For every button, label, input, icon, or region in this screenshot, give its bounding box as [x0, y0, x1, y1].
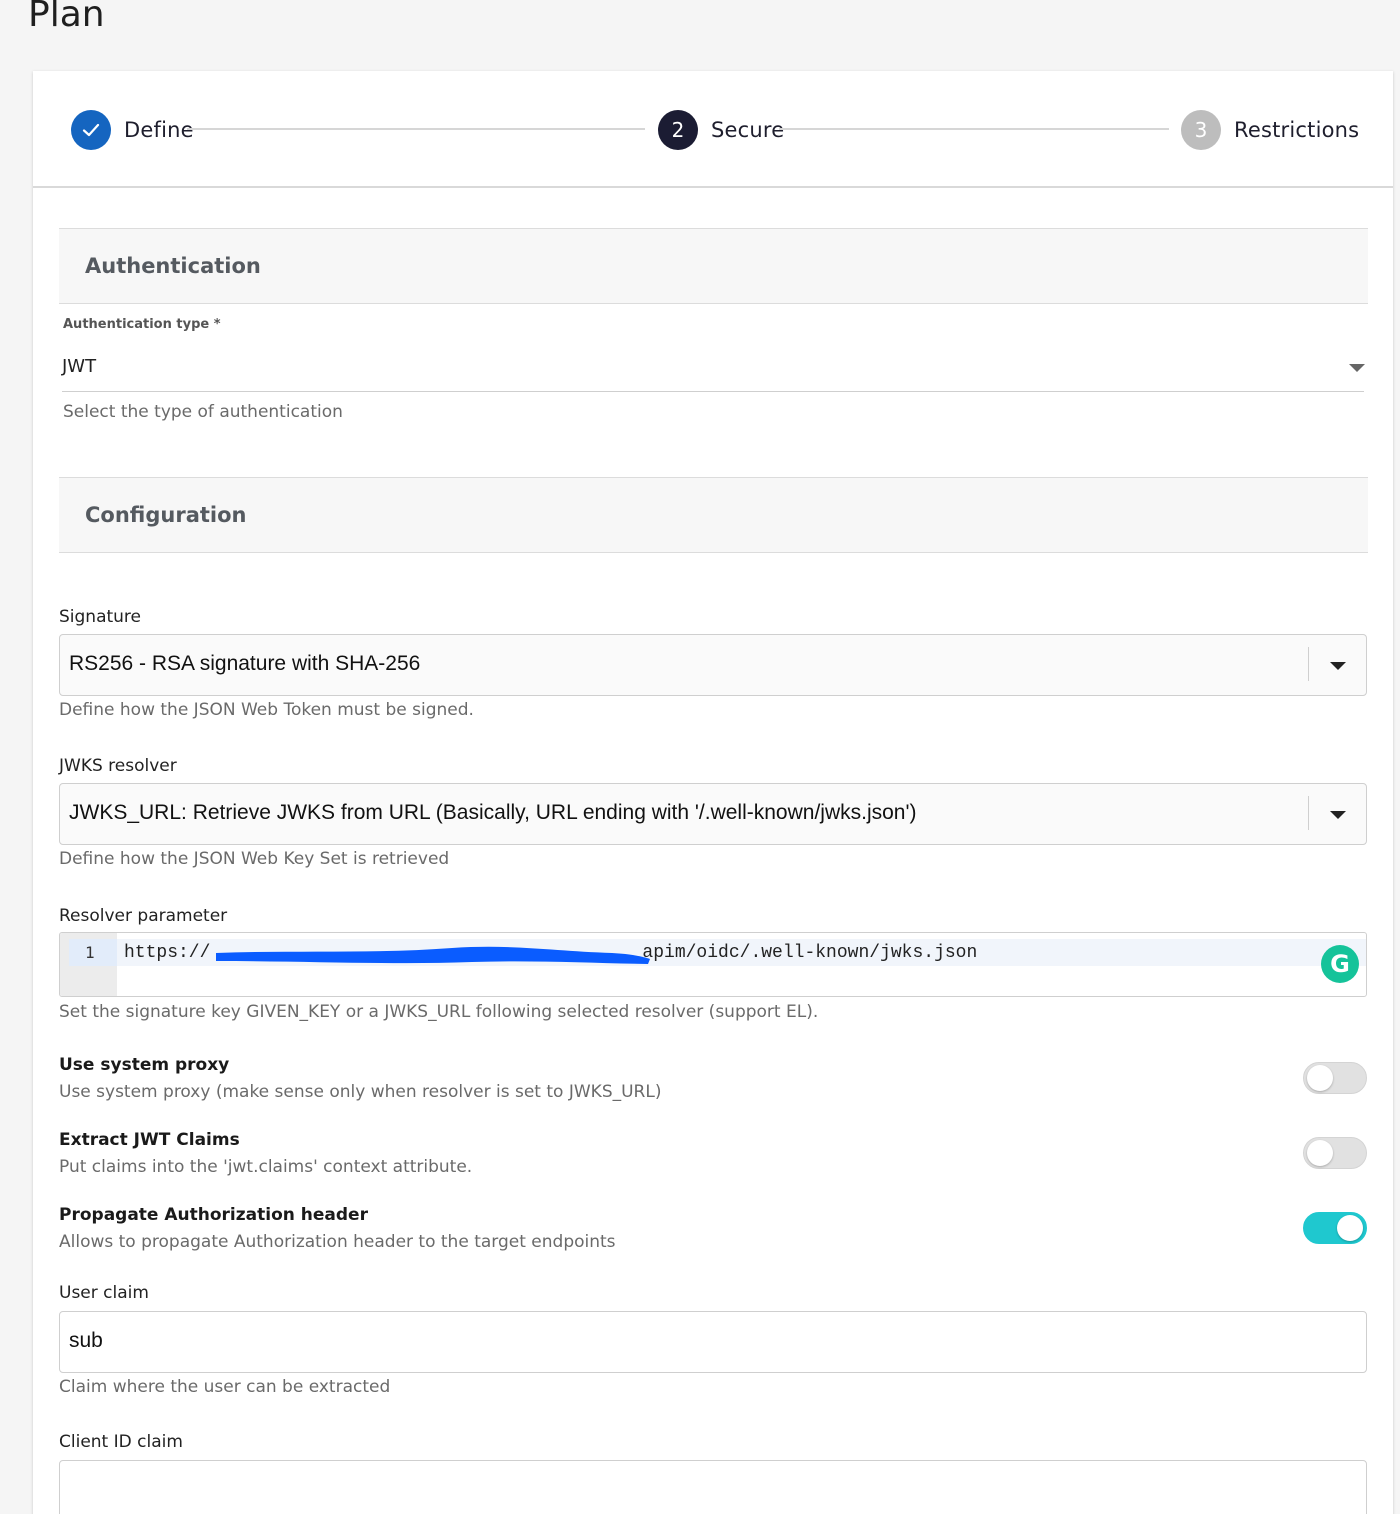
use-system-proxy-hint: Use system proxy (make sense only when r… [59, 1082, 662, 1102]
user-claim-value: sub [69, 1329, 103, 1352]
code-prefix: https:// [124, 943, 211, 963]
propagate-auth-header-hint: Allows to propagate Authorization header… [59, 1232, 616, 1252]
code-suffix: apim/oidc/.well-known/jwks.json [642, 943, 978, 963]
jwks-resolver-value: JWKS_URL: Retrieve JWKS from URL (Basica… [69, 801, 917, 824]
chevron-down-icon[interactable] [1330, 811, 1346, 819]
step-secure-label: Secure [711, 118, 785, 142]
toggle-knob [1337, 1215, 1363, 1241]
use-system-proxy-toggle[interactable] [1303, 1062, 1367, 1094]
propagate-auth-header-label: Propagate Authorization header [59, 1205, 368, 1225]
toggle-knob [1307, 1065, 1333, 1091]
step-restrictions-number: 3 [1181, 110, 1221, 150]
user-claim-label: User claim [59, 1283, 149, 1303]
select-divider [1308, 796, 1309, 830]
propagate-auth-header-toggle[interactable] [1303, 1212, 1367, 1244]
step-define[interactable]: Define [71, 110, 194, 150]
signature-label: Signature [59, 607, 142, 627]
step-define-label: Define [124, 118, 194, 142]
configuration-section-header: Configuration [59, 477, 1368, 553]
grammarly-icon[interactable]: G [1321, 945, 1359, 983]
authentication-heading: Authentication [85, 254, 261, 278]
use-system-proxy-label: Use system proxy [59, 1055, 230, 1075]
select-divider [1308, 647, 1309, 681]
authentication-section-header: Authentication [59, 228, 1368, 304]
jwks-resolver-select[interactable]: JWKS_URL: Retrieve JWKS from URL (Basica… [59, 783, 1367, 845]
resolver-parameter-hint: Set the signature key GIVEN_KEY or a JWK… [59, 1002, 819, 1022]
line-number: 1 [85, 943, 95, 962]
step-restrictions-label: Restrictions [1234, 118, 1360, 142]
code-gutter: 1 [60, 933, 117, 996]
signature-hint: Define how the JSON Web Token must be si… [59, 700, 474, 720]
extract-jwt-claims-label: Extract JWT Claims [59, 1130, 240, 1150]
redaction-scribble [216, 946, 650, 964]
stepper: Define 2 Secure 3 Restrictions [33, 71, 1393, 188]
user-claim-hint: Claim where the user can be extracted [59, 1377, 391, 1397]
resolver-parameter-label: Resolver parameter [59, 906, 228, 926]
jwks-resolver-hint: Define how the JSON Web Key Set is retri… [59, 849, 450, 869]
step-connector [779, 128, 1169, 130]
page-title: Plan [28, 0, 105, 35]
authentication-type-label: Authentication type * [63, 317, 221, 332]
step-restrictions[interactable]: 3 Restrictions [1181, 110, 1359, 150]
authentication-type-select[interactable]: JWT [62, 348, 1365, 392]
jwks-resolver-label: JWKS resolver [59, 756, 177, 776]
extract-jwt-claims-toggle[interactable] [1303, 1137, 1367, 1169]
chevron-down-icon [1349, 364, 1365, 372]
signature-select[interactable]: RS256 - RSA signature with SHA-256 [59, 634, 1367, 696]
step-secure-number: 2 [658, 110, 698, 150]
configuration-heading: Configuration [85, 503, 247, 527]
authentication-type-value: JWT [62, 356, 97, 377]
client-id-claim-input[interactable] [59, 1460, 1367, 1514]
resolver-parameter-editor[interactable]: 1 https:// apim/oidc/.well-known/jwks.jso… [59, 932, 1367, 997]
authentication-type-hint: Select the type of authentication [63, 402, 343, 422]
step-secure[interactable]: 2 Secure [658, 110, 784, 150]
check-icon [71, 110, 111, 150]
signature-value: RS256 - RSA signature with SHA-256 [69, 652, 421, 675]
plan-card: Define 2 Secure 3 Restrictions Authentic… [33, 71, 1393, 1514]
step-connector [187, 128, 645, 130]
toggle-knob [1307, 1140, 1333, 1166]
user-claim-input[interactable]: sub [59, 1311, 1367, 1373]
extract-jwt-claims-hint: Put claims into the 'jwt.claims' context… [59, 1157, 473, 1177]
client-id-claim-label: Client ID claim [59, 1432, 183, 1452]
chevron-down-icon[interactable] [1330, 662, 1346, 670]
